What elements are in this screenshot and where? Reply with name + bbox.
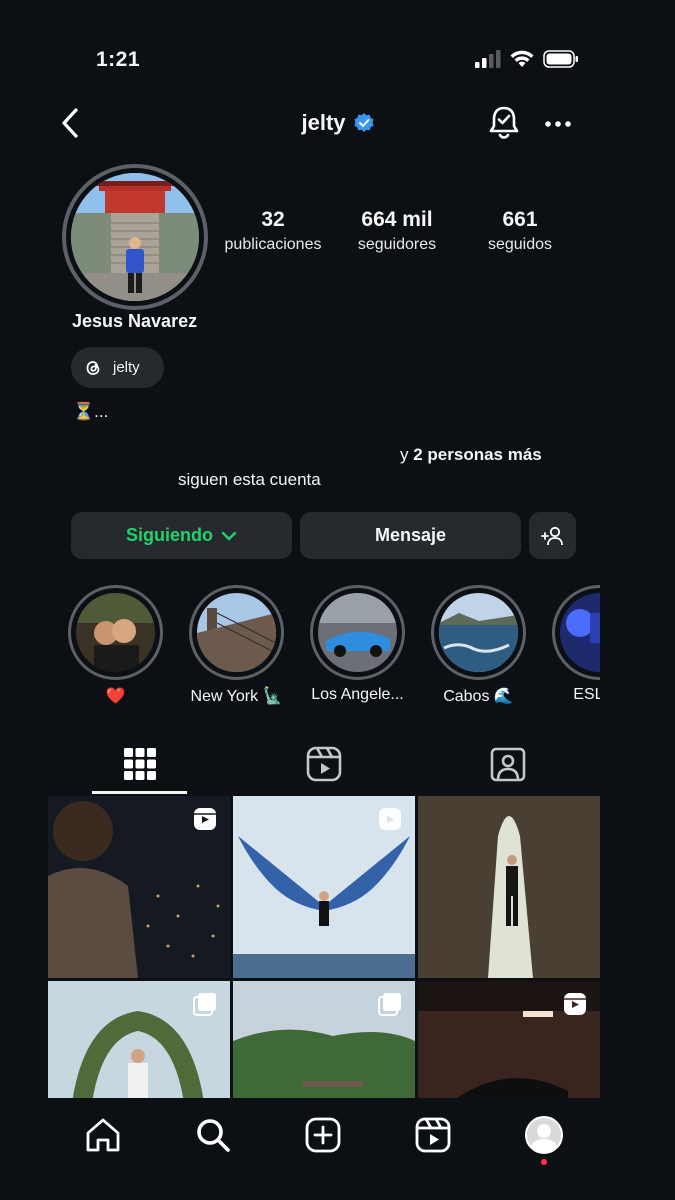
avatar-photo — [71, 173, 199, 301]
status-icons — [475, 50, 579, 68]
suggested-people-button[interactable] — [529, 512, 576, 559]
stat-following[interactable]: 661 seguidos — [470, 208, 570, 254]
following-button[interactable]: Siguiendo — [71, 512, 292, 559]
grid-post[interactable] — [418, 981, 600, 1098]
stat-posts[interactable]: 32 publicaciones — [218, 208, 328, 254]
username-title: jelty — [301, 110, 346, 135]
posts-grid — [48, 796, 600, 1098]
reels-icon[interactable] — [414, 1116, 452, 1154]
notification-dot — [541, 1159, 547, 1165]
followed-by-text[interactable]: y 2 personas más — [400, 445, 542, 465]
stat-followers-value: 664 mil — [361, 208, 433, 231]
reel-badge-icon — [379, 808, 401, 830]
stat-posts-label: publicaciones — [224, 236, 322, 253]
carousel-badge-icon — [378, 993, 401, 1016]
highlight-cover — [197, 593, 276, 672]
highlight-item[interactable]: Cabos 🌊 — [431, 585, 526, 706]
profile-username-header: jelty — [0, 110, 675, 136]
highlight-label: ❤️ — [105, 688, 126, 705]
highlight-label: Los Angele... — [311, 686, 404, 703]
reel-badge-icon — [194, 808, 216, 830]
highlight-cover — [560, 593, 600, 672]
bottom-nav — [0, 1098, 675, 1200]
battery-icon — [543, 50, 578, 68]
highlight-label: New York 🗽 — [190, 688, 283, 705]
profile-display-name: Jesus Navarez — [72, 311, 198, 331]
carousel-badge-icon — [193, 993, 216, 1016]
default-avatar-icon — [527, 1118, 561, 1152]
highlight-item[interactable]: Los Angele... — [310, 585, 405, 704]
verified-badge-icon — [353, 113, 374, 132]
stat-posts-value: 32 — [261, 208, 285, 231]
followed-by-suffix: siguen esta cuenta — [178, 470, 321, 489]
highlight-cover — [318, 593, 397, 672]
wifi-icon — [510, 50, 534, 67]
threads-profile-link[interactable]: jelty — [71, 347, 164, 388]
reel-badge-icon — [564, 993, 586, 1015]
chevron-down-icon — [221, 531, 237, 540]
search-icon[interactable] — [194, 1116, 232, 1154]
more-options-icon[interactable] — [544, 110, 572, 138]
followed-by-prefix: y — [400, 445, 414, 464]
highlight-item[interactable]: ESLAN — [552, 585, 600, 704]
status-time: 1:21 — [96, 48, 141, 71]
create-post-icon[interactable] — [304, 1116, 342, 1154]
grid-post[interactable] — [48, 796, 230, 978]
highlight-label: ESLAN — [573, 686, 600, 703]
tab-reels-icon[interactable] — [304, 744, 344, 784]
highlight-cover — [439, 593, 518, 672]
highlight-label: Cabos 🌊 — [443, 688, 514, 705]
tab-grid-icon[interactable] — [120, 744, 160, 784]
profile-tab-avatar[interactable] — [525, 1116, 563, 1154]
stat-followers-label: seguidores — [357, 236, 437, 253]
grid-post[interactable] — [418, 796, 600, 978]
tab-tagged-icon[interactable] — [488, 744, 528, 784]
add-person-icon — [540, 526, 563, 545]
highlights-row: ❤️ New York 🗽 Los Angele... Cabos 🌊 ESLA… — [0, 578, 600, 708]
home-icon[interactable] — [84, 1116, 122, 1154]
stat-following-value: 661 — [502, 208, 538, 231]
threads-icon — [86, 360, 100, 375]
profile-avatar[interactable] — [62, 164, 208, 310]
stat-followers[interactable]: 664 mil seguidores — [342, 208, 452, 254]
profile-bio: ⏳... — [73, 402, 109, 421]
message-label: Mensaje — [374, 525, 447, 545]
notification-bell-icon[interactable] — [487, 104, 521, 142]
grid-post[interactable] — [48, 981, 230, 1098]
following-label: Siguiendo — [126, 525, 213, 545]
active-tab-indicator — [92, 791, 187, 794]
grid-post[interactable] — [233, 981, 415, 1098]
grid-post[interactable] — [233, 796, 415, 978]
followed-by-others: 2 personas más — [413, 445, 542, 464]
highlight-item[interactable]: New York 🗽 — [189, 585, 284, 706]
signal-icon — [475, 50, 501, 68]
threads-handle: jelty — [113, 359, 140, 376]
highlight-cover — [76, 593, 155, 672]
stat-following-label: seguidos — [487, 236, 553, 253]
message-button[interactable]: Mensaje — [300, 512, 521, 559]
highlight-item[interactable]: ❤️ — [68, 585, 163, 706]
